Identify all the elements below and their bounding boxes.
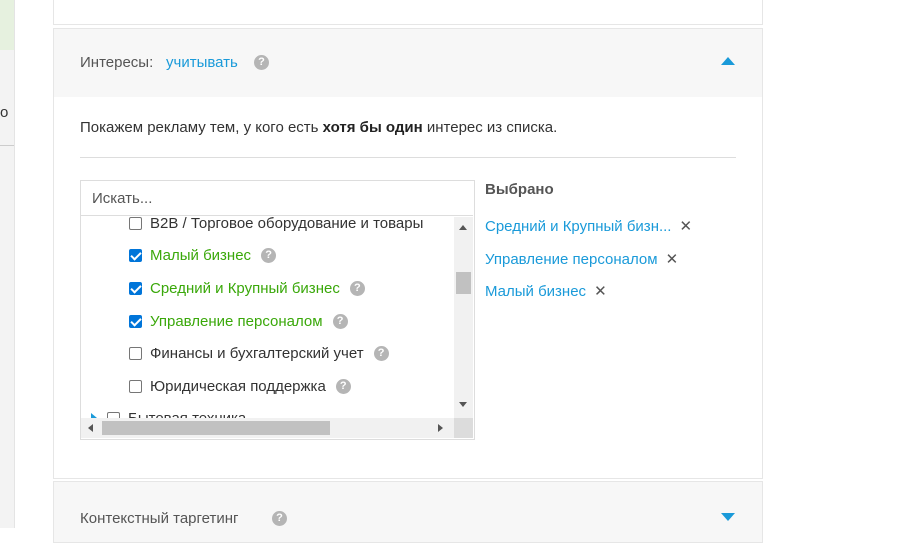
horizontal-scroll-thumb[interactable] bbox=[102, 421, 330, 435]
collapse-caret-icon[interactable] bbox=[721, 57, 735, 65]
description-text-before: Покажем рекламу тем, у кого есть bbox=[80, 119, 323, 136]
remove-icon[interactable]: ✕ bbox=[594, 282, 607, 300]
help-icon[interactable]: ? bbox=[349, 280, 365, 296]
interests-search-input[interactable] bbox=[81, 181, 473, 216]
divider bbox=[80, 157, 736, 158]
previous-card bbox=[53, 0, 763, 25]
interests-panel: Интересы: учитывать ? Покажем рекламу те… bbox=[53, 28, 763, 479]
help-icon[interactable]: ? bbox=[261, 247, 277, 263]
help-icon[interactable]: ? bbox=[332, 313, 348, 329]
left-strip-glyph: o bbox=[0, 104, 9, 121]
checkbox[interactable] bbox=[129, 346, 142, 360]
left-strip-divider bbox=[0, 145, 14, 146]
selected-item-link[interactable]: Управление персоналом bbox=[485, 251, 658, 268]
scroll-up-arrow-icon[interactable] bbox=[459, 225, 467, 230]
interests-list-box: B2B / Торговое оборудование и товары Мал… bbox=[80, 180, 475, 440]
vertical-scroll-thumb[interactable] bbox=[456, 272, 471, 294]
selected-item: Средний и Крупный бизн... ✕ bbox=[485, 216, 692, 236]
selected-item: Управление персоналом ✕ bbox=[485, 249, 678, 269]
context-targeting-panel[interactable]: Контекстный таргетинг ? bbox=[53, 481, 763, 543]
help-icon[interactable]: ? bbox=[254, 55, 269, 70]
horizontal-scrollbar[interactable] bbox=[81, 418, 454, 438]
list-item[interactable]: Бытовая техника bbox=[91, 406, 246, 418]
context-targeting-label: Контекстный таргетинг bbox=[80, 510, 239, 527]
list-item-label: Малый бизнес bbox=[150, 246, 252, 264]
remove-icon[interactable]: ✕ bbox=[666, 250, 679, 268]
left-strip: o bbox=[0, 0, 15, 528]
selected-item-link[interactable]: Малый бизнес bbox=[485, 283, 586, 300]
help-icon[interactable]: ? bbox=[335, 378, 351, 394]
description-text-after: интерес из списка. bbox=[422, 119, 558, 136]
scrollbar-corner bbox=[454, 418, 473, 438]
checkbox-checked[interactable] bbox=[129, 248, 142, 262]
interests-tree-list: B2B / Торговое оборудование и товары Мал… bbox=[81, 217, 454, 418]
list-item[interactable]: Юридическая поддержка ? bbox=[129, 374, 351, 398]
list-item[interactable]: Управление персоналом ? bbox=[129, 309, 348, 333]
expand-caret-icon[interactable] bbox=[721, 513, 735, 521]
list-item[interactable]: B2B / Торговое оборудование и товары bbox=[129, 217, 423, 235]
selected-item: Малый бизнес ✕ bbox=[485, 281, 607, 301]
scroll-left-arrow-icon[interactable] bbox=[88, 424, 93, 432]
interests-header[interactable]: Интересы: учитывать ? bbox=[54, 29, 762, 97]
help-icon[interactable]: ? bbox=[272, 511, 287, 526]
checkbox[interactable] bbox=[129, 379, 142, 393]
interests-mode-link[interactable]: учитывать bbox=[166, 54, 238, 71]
list-item-label: Бытовая техника bbox=[128, 409, 247, 419]
scroll-down-arrow-icon[interactable] bbox=[459, 402, 467, 407]
selected-item-link[interactable]: Средний и Крупный бизн... bbox=[485, 218, 671, 235]
help-icon[interactable]: ? bbox=[373, 345, 389, 361]
checkbox-checked[interactable] bbox=[129, 314, 142, 328]
vertical-scrollbar[interactable] bbox=[454, 217, 473, 418]
checkbox-checked[interactable] bbox=[129, 281, 142, 295]
interests-label: Интересы: bbox=[80, 54, 154, 71]
list-item-label: Управление персоналом bbox=[150, 312, 323, 330]
selected-title: Выбрано bbox=[485, 181, 554, 198]
list-item[interactable]: Средний и Крупный бизнес ? bbox=[129, 276, 365, 300]
list-item[interactable]: Финансы и бухгалтерский учет ? bbox=[129, 341, 389, 365]
list-item-label: Финансы и бухгалтерский учет bbox=[150, 344, 364, 362]
list-item-label: B2B / Торговое оборудование и товары bbox=[150, 217, 424, 232]
interests-description: Покажем рекламу тем, у кого есть хотя бы… bbox=[80, 119, 557, 136]
remove-icon[interactable]: ✕ bbox=[679, 217, 692, 235]
list-item[interactable]: Малый бизнес ? bbox=[129, 243, 277, 267]
left-strip-highlight bbox=[0, 0, 14, 50]
list-item-label: Средний и Крупный бизнес bbox=[150, 279, 340, 297]
scroll-right-arrow-icon[interactable] bbox=[438, 424, 443, 432]
description-bold: хотя бы один bbox=[322, 119, 423, 136]
checkbox[interactable] bbox=[129, 217, 142, 230]
list-item-label: Юридическая поддержка bbox=[150, 377, 326, 395]
